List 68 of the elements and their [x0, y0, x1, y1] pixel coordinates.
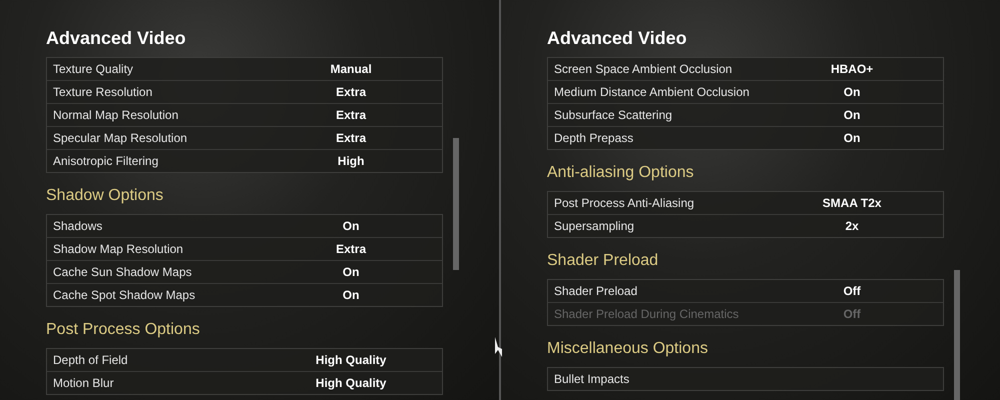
- setting-label: Normal Map Resolution: [53, 108, 180, 122]
- setting-label: Shadow Map Resolution: [53, 242, 184, 256]
- page-title: Advanced Video: [547, 28, 688, 50]
- setting-value: Extra: [334, 242, 368, 256]
- setting-row[interactable]: Post Process Anti-Aliasing SMAA T2x: [548, 192, 943, 215]
- setting-row[interactable]: Specular Map Resolution Extra: [47, 127, 442, 150]
- setting-value: Manual: [329, 62, 373, 76]
- setting-value: SMAA T2x: [822, 196, 882, 210]
- section-heading: Anti-aliasing Options: [547, 164, 695, 183]
- setting-value: Extra: [334, 85, 368, 99]
- setting-label: Shader Preload: [554, 284, 638, 298]
- setting-value: On: [342, 219, 360, 233]
- setting-row[interactable]: Shadow Map Resolution Extra: [47, 238, 442, 261]
- setting-label: Cache Sun Shadow Maps: [53, 265, 193, 279]
- setting-row[interactable]: Depth Prepass On: [548, 127, 943, 149]
- setting-label: Anisotropic Filtering: [53, 154, 160, 168]
- setting-value: HBAO+: [830, 62, 874, 76]
- setting-label: Medium Distance Ambient Occlusion: [554, 85, 750, 99]
- section-heading: Post Process Options: [46, 321, 201, 340]
- setting-label: Cache Spot Shadow Maps: [53, 288, 196, 302]
- setting-label: Shadows: [53, 219, 104, 233]
- setting-label: Texture Resolution: [53, 85, 154, 99]
- section-heading: Shader Preload: [547, 252, 660, 271]
- setting-row[interactable]: Medium Distance Ambient Occlusion On: [548, 81, 943, 104]
- setting-value: Off: [842, 307, 862, 321]
- setting-value: On: [342, 265, 360, 279]
- setting-label: Bullet Impacts: [554, 372, 630, 386]
- setting-label: Subsurface Scattering: [554, 108, 674, 122]
- setting-label: Depth of Field: [53, 353, 129, 367]
- setting-row[interactable]: Texture Quality Manual: [47, 58, 442, 81]
- setting-label: Post Process Anti-Aliasing: [554, 196, 696, 210]
- setting-row[interactable]: Screen Space Ambient Occlusion HBAO+: [548, 58, 943, 81]
- section-heading: Shadow Options: [46, 187, 164, 206]
- setting-label: Texture Quality: [53, 62, 134, 76]
- setting-row[interactable]: Normal Map Resolution Extra: [47, 104, 442, 127]
- setting-label: Screen Space Ambient Occlusion: [554, 62, 734, 76]
- setting-label: Motion Blur: [53, 376, 115, 390]
- setting-value: On: [842, 108, 862, 122]
- setting-row[interactable]: Anisotropic Filtering High: [47, 150, 442, 172]
- setting-row[interactable]: Depth of Field High Quality: [47, 349, 442, 372]
- setting-value: On: [842, 85, 862, 99]
- scrollbar[interactable]: [954, 270, 960, 400]
- setting-row[interactable]: Bullet Impacts: [548, 368, 943, 390]
- setting-value: On: [842, 131, 862, 145]
- setting-row[interactable]: Texture Resolution Extra: [47, 81, 442, 104]
- setting-value: High: [336, 154, 366, 168]
- setting-value: High Quality: [314, 376, 388, 390]
- setting-value: High Quality: [314, 353, 388, 367]
- setting-row[interactable]: Subsurface Scattering On: [548, 104, 943, 127]
- setting-row[interactable]: Cache Sun Shadow Maps On: [47, 261, 442, 284]
- setting-row[interactable]: Shader Preload Off: [548, 280, 943, 303]
- setting-label: Specular Map Resolution: [53, 131, 188, 145]
- setting-value: Extra: [334, 108, 368, 122]
- setting-value: Off: [842, 284, 862, 298]
- setting-label: Depth Prepass: [554, 131, 634, 145]
- mouse-cursor-icon: [494, 336, 503, 358]
- section-heading: Miscellaneous Options: [547, 340, 709, 359]
- scrollbar[interactable]: [453, 138, 459, 270]
- setting-value: On: [342, 288, 360, 302]
- setting-row[interactable]: Motion Blur High Quality: [47, 372, 442, 394]
- setting-value: Extra: [334, 131, 368, 145]
- setting-row[interactable]: Cache Spot Shadow Maps On: [47, 284, 442, 306]
- setting-row[interactable]: Supersampling 2x: [548, 215, 943, 237]
- setting-label: Shader Preload During Cinematics: [554, 307, 740, 321]
- setting-row[interactable]: Shadows On: [47, 215, 442, 238]
- setting-label: Supersampling: [554, 219, 636, 233]
- setting-value: 2x: [844, 219, 860, 233]
- page-title: Advanced Video: [46, 28, 187, 50]
